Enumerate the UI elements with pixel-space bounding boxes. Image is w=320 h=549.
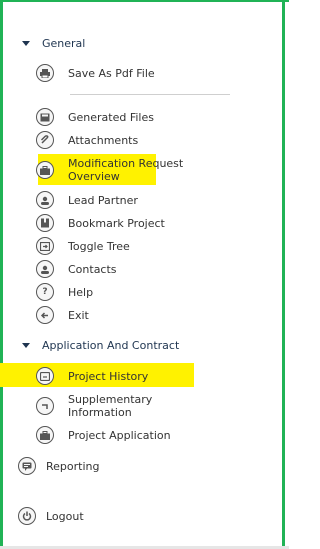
menu-item-modification-request-overview[interactable]: Modification Request Overview [36, 154, 183, 186]
menu-item-label: Bookmark Project [68, 216, 165, 230]
menu-item-label: Toggle Tree [68, 239, 130, 253]
briefcase-icon [36, 161, 54, 179]
menu-item-label: Reporting [46, 459, 100, 473]
caret-down-icon [22, 342, 30, 348]
toggle-icon [36, 237, 54, 255]
frame-top-border [0, 0, 289, 2]
menu-item-label: Supplementary Information [68, 393, 152, 419]
menu-item-contacts[interactable]: Contacts [36, 258, 117, 280]
exit-icon [36, 306, 54, 324]
menu-item-label: Contacts [68, 262, 117, 276]
section-label: Application And Contract [42, 338, 180, 352]
printer-icon [36, 64, 54, 82]
section-label: General [42, 36, 86, 50]
paperclip-icon [36, 131, 54, 149]
menu-item-label: Attachments [68, 133, 139, 147]
menu-item-label: Generated Files [68, 110, 154, 124]
menu-item-supplementary-information[interactable]: Supplementary Information [36, 390, 152, 422]
frame-right-border [282, 0, 285, 549]
menu-item-label: Save As Pdf File [68, 66, 155, 80]
help-icon: ? [36, 283, 54, 301]
divider [70, 94, 230, 95]
menu-item-lead-partner[interactable]: Lead Partner [36, 189, 138, 211]
menu-item-label: Project Application [68, 428, 171, 442]
section-header-general[interactable]: General [22, 32, 85, 54]
menu-item-bookmark-project[interactable]: Bookmark Project [36, 212, 165, 234]
label-line-1: Supplementary [68, 393, 153, 406]
file-icon [36, 108, 54, 126]
menu-item-label: Modification Request Overview [68, 157, 183, 183]
user-icon [36, 191, 54, 209]
menu-item-project-application[interactable]: Project Application [36, 424, 171, 446]
reporting-icon [18, 457, 36, 475]
menu-item-attachments[interactable]: Attachments [36, 129, 138, 151]
menu-item-reporting[interactable]: Reporting [18, 455, 99, 477]
menu-item-project-history[interactable]: Project History [36, 365, 148, 387]
briefcase-icon [36, 426, 54, 444]
history-icon [36, 367, 54, 385]
menu-item-label: Project History [68, 369, 149, 383]
menu-item-save-as-pdf[interactable]: Save As Pdf File [36, 62, 155, 84]
menu-item-help[interactable]: ? Help [36, 281, 93, 303]
label-line-2: Information [68, 406, 132, 419]
contacts-icon [36, 260, 54, 278]
menu-item-label: Lead Partner [68, 193, 138, 207]
frame-left-border [0, 0, 3, 549]
menu-item-label: Logout [46, 509, 84, 523]
menu-item-label: Help [68, 285, 94, 299]
section-header-application-and-contract[interactable]: Application And Contract [22, 334, 179, 356]
menu-item-label: Exit [68, 308, 89, 322]
label-line-2: Overview [68, 170, 120, 183]
menu-item-toggle-tree[interactable]: Toggle Tree [36, 235, 130, 257]
bookmark-icon [36, 214, 54, 232]
label-line-1: Modification Request [68, 157, 184, 170]
menu-item-exit[interactable]: Exit [36, 304, 89, 326]
menu-item-logout[interactable]: Logout [18, 505, 84, 527]
caret-down-icon [22, 40, 30, 46]
power-icon [18, 507, 36, 525]
menu-item-generated-files[interactable]: Generated Files [36, 106, 154, 128]
info-icon [36, 397, 54, 415]
